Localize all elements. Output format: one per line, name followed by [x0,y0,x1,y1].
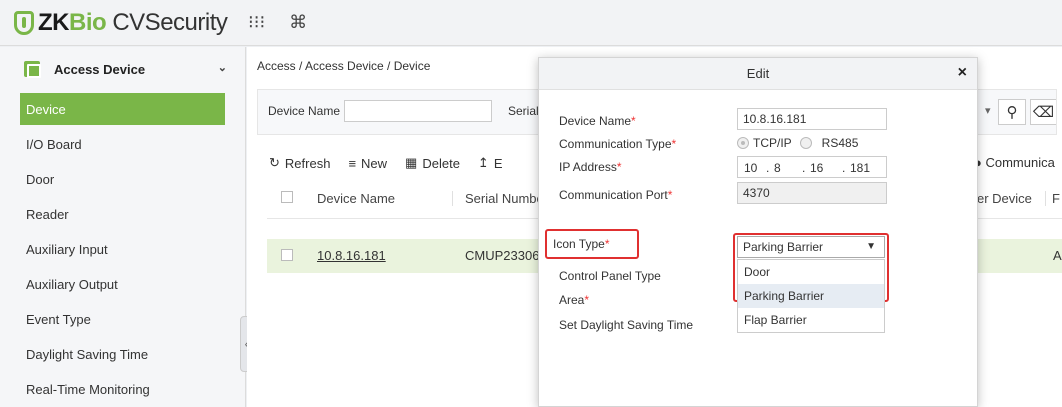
breadcrumb: Access / Access Device / Device [257,59,431,73]
daylight-saving-label: Set Daylight Saving Time [559,318,694,332]
search-button[interactable]: ⚲ [998,99,1026,125]
icon-type-options: Door Parking Barrier Flap Barrier [737,259,885,333]
export-button[interactable]: ↥ E [478,155,503,171]
edit-dialog: Edit × Device Name* 10.8.16.181 Communic… [538,57,978,407]
option-flap-barrier[interactable]: Flap Barrier [738,308,884,332]
communication-type-label: Communication Type* [559,137,677,151]
access-device-icon [24,61,41,78]
device-name-link[interactable]: 10.8.16.181 [317,248,386,263]
col-serial-number[interactable]: Serial Numbe [452,191,544,206]
sidebar-module-header[interactable]: Access Device ⌄ [0,47,245,91]
sidebar-module-label: Access Device [54,61,146,77]
serial-number-cell: CMUP233060 [465,248,547,263]
select-all-checkbox[interactable] [281,191,293,203]
logo-zk-text: ZK [38,9,70,36]
sidebar-item-device[interactable]: Device [20,93,225,125]
device-name-filter-label: Device Name [268,104,341,118]
device-name-label: Device Name* [559,114,636,128]
tcpip-radio-label: TCP/IP [753,136,792,150]
rs485-radio-label: RS485 [821,136,859,150]
refresh-icon: ↻ [269,155,280,170]
ip-address-label: IP Address* [559,160,622,174]
ip-octet-2[interactable]: 8 [774,161,781,175]
communication-type-radios: TCP/IP RS485 [737,136,858,150]
sidebar-item-auxiliary-input[interactable]: Auxiliary Input [0,232,245,267]
row-right-cell: A [1053,248,1062,263]
chevron-down-icon[interactable]: ⌄ [218,61,227,74]
dropdown-caret-icon[interactable]: ▾ [985,104,991,117]
icon-type-label: Icon Type* [553,237,610,251]
sidebar-item-auxiliary-output[interactable]: Auxiliary Output [0,267,245,302]
caret-down-icon: ▼ [866,241,876,252]
top-bar: ZKBio CVSecurity ⁝⁝⁝ ⌘ [0,0,1062,46]
communication-port-field[interactable]: 4370 [737,182,887,204]
add-icon: ≡ [348,155,357,171]
sidebar: Access Device ⌄ Device I/O Board Door Re… [0,47,246,407]
tcpip-radio[interactable] [737,137,749,149]
sidebar-item-event-type[interactable]: Event Type [0,302,245,337]
ip-octet-4[interactable]: 181 [850,161,870,175]
apps-grid-icon[interactable]: ⁝⁝⁝ [248,12,265,33]
communication-port-label: Communication Port* [559,188,673,202]
col-device-name[interactable]: Device Name [317,191,395,206]
rs485-radio[interactable] [799,137,812,149]
toolbar: ↻ Refresh ≡ New ▦ Delete ↥ E [269,155,503,171]
delete-button[interactable]: ▦ Delete [405,155,460,171]
area-label: Area* [559,293,590,307]
ip-octet-1[interactable]: 10 [744,161,757,175]
export-icon: ↥ [477,155,489,170]
option-parking-barrier[interactable]: Parking Barrier [738,284,884,308]
col-parent-device[interactable]: er Device [977,191,1032,206]
trash-icon: ▦ [405,155,418,170]
close-icon[interactable]: × [958,64,967,82]
logo-product-text: CVSecurity [106,9,228,36]
control-panel-type-label: Control Panel Type [559,269,661,283]
sidebar-item-reader[interactable]: Reader [0,197,245,232]
ip-octet-3[interactable]: 16 [810,161,823,175]
col-next[interactable]: F [1045,191,1060,206]
row-checkbox[interactable] [281,249,293,261]
dialog-title: Edit [539,58,977,90]
sidebar-item-real-time-monitoring[interactable]: Real-Time Monitoring [0,372,245,407]
new-button[interactable]: ≡ New [348,155,387,171]
clear-button[interactable]: ⌫ [1030,99,1056,125]
sidebar-item-door[interactable]: Door [0,162,245,197]
sidebar-item-io-board[interactable]: I/O Board [0,127,245,162]
device-name-filter-input[interactable] [344,100,492,122]
option-door[interactable]: Door [738,260,884,284]
app-logo[interactable]: ZKBio CVSecurity [14,8,228,38]
logo-bio-text: Bio [69,9,107,36]
device-name-field[interactable]: 10.8.16.181 [737,108,887,130]
search-icon: ⚲ [1006,104,1018,121]
command-icon[interactable]: ⌘ [289,12,307,33]
icon-type-select[interactable]: Parking Barrier ▼ [737,236,885,258]
ip-address-field[interactable]: 10 . 8 . 16 . 181 [737,156,887,178]
sidebar-item-daylight-saving-time[interactable]: Daylight Saving Time [0,337,245,372]
communication-button[interactable]: ● Communica [974,155,1055,170]
eraser-icon: ⌫ [1032,104,1055,121]
shield-logo-icon [14,11,34,35]
refresh-button[interactable]: ↻ Refresh [269,155,330,171]
